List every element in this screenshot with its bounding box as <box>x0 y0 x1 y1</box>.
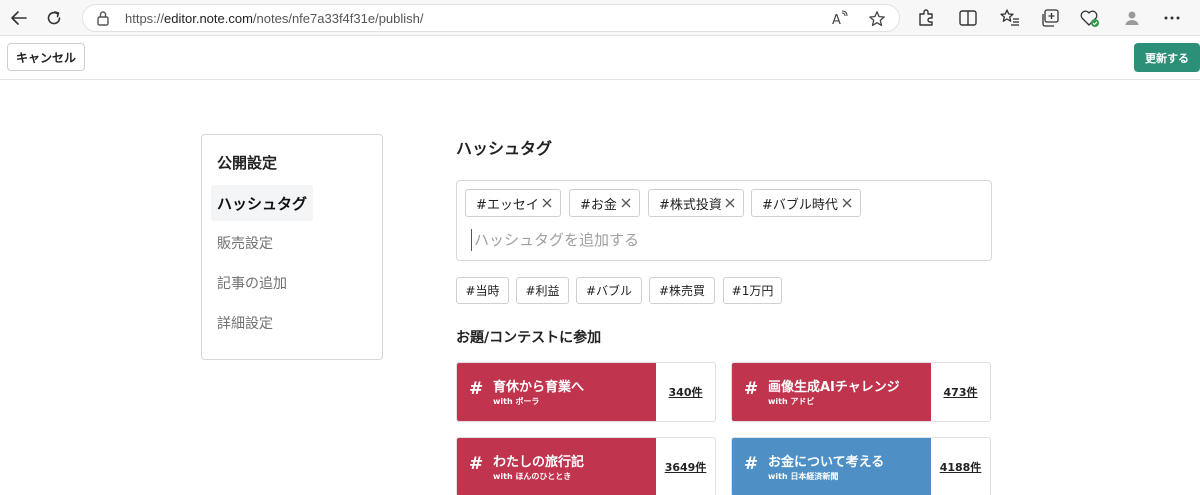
refresh-icon[interactable] <box>41 6 67 30</box>
contest-card-banner[interactable]: # 育休から育業へ with ポーラ <box>457 363 656 421</box>
hashtag-chip: #株式投資 <box>648 189 744 217</box>
back-icon[interactable] <box>6 6 32 30</box>
contest-card[interactable]: # わたしの旅行記 with ほんのひととき 3649件 <box>456 437 716 495</box>
contest-title: わたしの旅行記 <box>493 455 585 470</box>
contest-sponsor: with ポーラ <box>493 397 540 406</box>
contest-sponsor: with 日本経済新聞 <box>768 472 839 481</box>
contest-title: 育休から育業へ <box>493 380 585 395</box>
read-aloud-icon[interactable]: A <box>831 9 851 29</box>
hashtag-section-title: ハッシュタグ <box>456 139 553 158</box>
publish-settings-menu: 公開設定 ハッシュタグ 販売設定 記事の追加 詳細設定 <box>201 134 383 360</box>
address-bar[interactable]: https://editor.note.com/notes/nfe7a33f4f… <box>82 4 900 32</box>
hashtag-icon: # <box>469 379 484 399</box>
contest-count-link[interactable]: 340件 <box>656 363 715 421</box>
hashtag-icon: # <box>744 454 759 474</box>
collections-icon[interactable] <box>1038 7 1062 29</box>
contest-count-link[interactable]: 4188件 <box>931 438 990 495</box>
remove-tag-icon[interactable] <box>841 197 853 209</box>
suggested-tag[interactable]: #当時 <box>456 277 509 304</box>
update-button[interactable]: 更新する <box>1134 43 1200 72</box>
split-screen-icon[interactable] <box>956 7 980 29</box>
menu-item-add-article[interactable]: 記事の追加 <box>211 265 293 301</box>
hashtag-chip: #お金 <box>569 189 640 217</box>
contest-count-link[interactable]: 3649件 <box>656 438 715 495</box>
browser-toolbar: https://editor.note.com/notes/nfe7a33f4f… <box>0 0 1200 36</box>
suggested-tag[interactable]: #利益 <box>516 277 569 304</box>
more-icon[interactable] <box>1160 7 1184 29</box>
contest-sponsor: with ほんのひととき <box>493 472 572 481</box>
hashtag-chip: #バブル時代 <box>751 189 861 217</box>
hashtag-input[interactable] <box>471 229 971 251</box>
contest-count-link[interactable]: 473件 <box>931 363 990 421</box>
hashtag-chip: #エッセイ <box>465 189 561 217</box>
lock-icon[interactable] <box>96 10 110 30</box>
hashtag-chip-label: #バブル時代 <box>762 197 838 213</box>
remove-tag-icon[interactable] <box>724 197 736 209</box>
hashtag-input-box[interactable]: #エッセイ #お金 #株式投資 #バブル時代 <box>456 180 992 261</box>
favorites-icon[interactable] <box>998 7 1022 29</box>
contest-title: 画像生成AIチャレンジ <box>768 380 900 395</box>
contest-card-banner[interactable]: # 画像生成AIチャレンジ with アドビ <box>732 363 931 421</box>
hashtag-chip-label: #お金 <box>580 197 617 213</box>
suggested-tag[interactable]: #1万円 <box>723 277 782 304</box>
menu-title: 公開設定 <box>217 154 278 172</box>
contest-card[interactable]: # 画像生成AIチャレンジ with アドビ 473件 <box>731 362 991 422</box>
menu-item-hashtag[interactable]: ハッシュタグ <box>211 185 314 221</box>
suggested-tag[interactable]: #バブル <box>576 277 642 304</box>
remove-tag-icon[interactable] <box>620 197 632 209</box>
hashtag-chip-label: #株式投資 <box>659 197 722 213</box>
contest-card-banner[interactable]: # お金について考える with 日本経済新聞 <box>732 438 931 495</box>
contest-card-banner[interactable]: # わたしの旅行記 with ほんのひととき <box>457 438 656 495</box>
contest-section-title: お題/コンテストに参加 <box>456 330 602 346</box>
profile-icon[interactable] <box>1120 7 1144 29</box>
url-text[interactable]: https://editor.note.com/notes/nfe7a33f4f… <box>125 11 424 26</box>
cancel-button[interactable]: キャンセル <box>7 43 85 71</box>
contest-card[interactable]: # 育休から育業へ with ポーラ 340件 <box>456 362 716 422</box>
remove-tag-icon[interactable] <box>541 197 553 209</box>
extensions-icon[interactable] <box>914 7 938 29</box>
suggested-tag[interactable]: #株売買 <box>649 277 715 304</box>
menu-item-sales[interactable]: 販売設定 <box>211 225 279 261</box>
hashtag-chip-label: #エッセイ <box>476 197 539 213</box>
heart-pulse-icon[interactable] <box>1078 7 1102 29</box>
contest-card[interactable]: # お金について考える with 日本経済新聞 4188件 <box>731 437 991 495</box>
contest-title: お金について考える <box>768 455 885 470</box>
editor-header: キャンセル 更新する <box>0 36 1200 80</box>
favorite-star-icon[interactable] <box>867 9 887 29</box>
svg-text:A: A <box>832 13 841 28</box>
hashtag-icon: # <box>469 454 484 474</box>
hashtag-icon: # <box>744 379 759 399</box>
contest-sponsor: with アドビ <box>768 397 815 406</box>
menu-item-details[interactable]: 詳細設定 <box>211 305 279 341</box>
